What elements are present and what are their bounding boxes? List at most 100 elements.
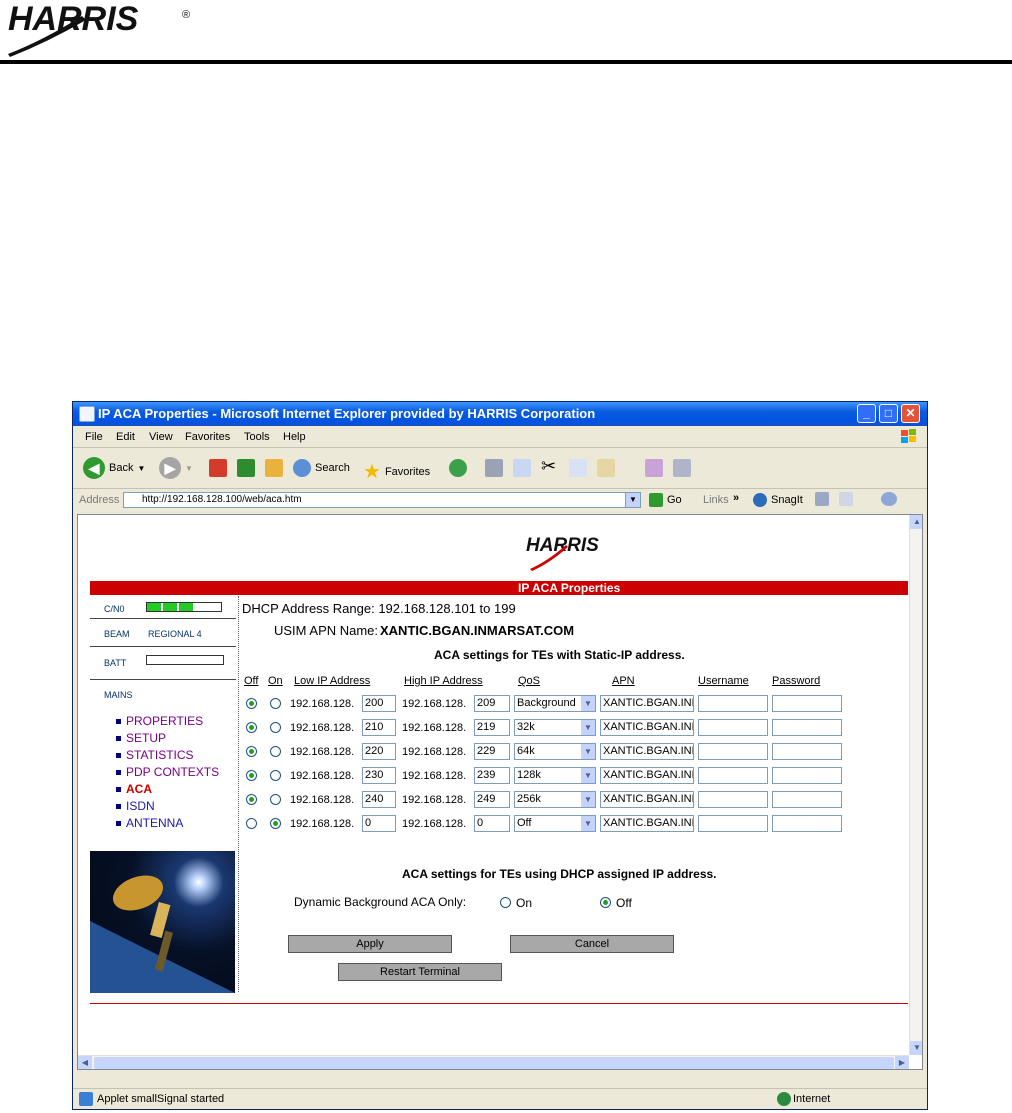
horizontal-scrollbar[interactable]: ◀ ▶ <box>78 1055 909 1069</box>
apply-button[interactable]: Apply <box>288 935 452 953</box>
password-input[interactable] <box>772 743 842 760</box>
low-ip-input[interactable]: 230 <box>362 767 396 784</box>
low-ip-input[interactable]: 240 <box>362 791 396 808</box>
menu-file[interactable]: File <box>85 431 103 443</box>
low-ip-input[interactable]: 220 <box>362 743 396 760</box>
go-button[interactable]: Go <box>649 493 682 507</box>
row-off-radio[interactable] <box>246 746 257 757</box>
address-dropdown-icon[interactable]: ▼ <box>625 492 641 508</box>
apn-input[interactable]: XANTIC.BGAN.INMARSAT.COM <box>600 719 694 736</box>
apn-input[interactable]: XANTIC.BGAN.INMARSAT.COM <box>600 791 694 808</box>
minimize-button[interactable]: _ <box>857 404 876 423</box>
password-input[interactable] <box>772 791 842 808</box>
high-ip-input[interactable]: 0 <box>474 815 510 832</box>
links-chevron-icon[interactable]: » <box>733 492 739 504</box>
title-bar[interactable]: IP ACA Properties - Microsoft Internet E… <box>73 402 927 426</box>
row-on-radio[interactable] <box>270 770 281 781</box>
username-input[interactable] <box>698 767 768 784</box>
print-preview-icon[interactable] <box>513 459 531 477</box>
qos-select[interactable]: 256k ▼ <box>514 791 596 808</box>
row-on-radio[interactable] <box>270 722 281 733</box>
refresh-icon[interactable] <box>237 459 255 477</box>
qos-select[interactable]: Background ▼ <box>514 695 596 712</box>
links-label[interactable]: Links <box>703 494 729 506</box>
close-button[interactable]: ✕ <box>901 404 920 423</box>
high-ip-input[interactable]: 209 <box>474 695 510 712</box>
history-icon[interactable] <box>449 459 467 477</box>
scroll-right-icon[interactable]: ▶ <box>895 1056 909 1069</box>
apn-input[interactable]: XANTIC.BGAN.INMARSAT.COM <box>600 743 694 760</box>
high-ip-input[interactable]: 239 <box>474 767 510 784</box>
username-input[interactable] <box>698 719 768 736</box>
qos-select[interactable]: 128k ▼ <box>514 767 596 784</box>
nav-setup[interactable]: SETUP <box>126 731 166 745</box>
nav-properties[interactable]: PROPERTIES <box>126 714 203 728</box>
apn-input[interactable]: XANTIC.BGAN.INMARSAT.COM <box>600 767 694 784</box>
scroll-thumb[interactable] <box>94 1057 894 1069</box>
row-off-radio[interactable] <box>246 722 257 733</box>
snagit-button[interactable]: SnagIt <box>753 493 803 507</box>
high-ip-input[interactable]: 229 <box>474 743 510 760</box>
nav-isdn[interactable]: ISDN <box>126 799 155 813</box>
password-input[interactable] <box>772 719 842 736</box>
high-ip-input[interactable]: 249 <box>474 791 510 808</box>
row-on-radio[interactable] <box>270 794 281 805</box>
username-input[interactable] <box>698 743 768 760</box>
address-input[interactable]: http://192.168.128.100/web/aca.htm <box>123 492 641 508</box>
forward-button[interactable]: ▶ ▼ <box>159 457 193 479</box>
menu-tools[interactable]: Tools <box>244 431 270 443</box>
username-input[interactable] <box>698 815 768 832</box>
low-ip-input[interactable]: 210 <box>362 719 396 736</box>
menu-favorites[interactable]: Favorites <box>185 431 230 443</box>
dynamic-off-radio[interactable] <box>600 897 611 908</box>
nav-pdp-contexts[interactable]: PDP CONTEXTS <box>126 765 219 779</box>
row-off-radio[interactable] <box>246 794 257 805</box>
nav-antenna[interactable]: ANTENNA <box>126 816 183 830</box>
row-off-radio[interactable] <box>246 698 257 709</box>
menu-edit[interactable]: Edit <box>116 431 135 443</box>
back-button[interactable]: ◀ Back ▼ <box>83 457 145 479</box>
row-off-radio[interactable] <box>246 818 257 829</box>
row-on-radio[interactable] <box>270 698 281 709</box>
qos-select[interactable]: 32k ▼ <box>514 719 596 736</box>
stop-icon[interactable] <box>209 459 227 477</box>
dynamic-on-radio[interactable] <box>500 897 511 908</box>
menu-view[interactable]: View <box>149 431 173 443</box>
password-input[interactable] <box>772 815 842 832</box>
scroll-left-icon[interactable]: ◀ <box>78 1056 92 1069</box>
password-input[interactable] <box>772 695 842 712</box>
password-input[interactable] <box>772 767 842 784</box>
vertical-scrollbar[interactable]: ▲ ▼ <box>909 515 922 1055</box>
row-on-radio[interactable] <box>270 746 281 757</box>
maximize-button[interactable]: □ <box>879 404 898 423</box>
home-icon[interactable] <box>265 459 283 477</box>
snagit-edit-icon[interactable] <box>839 492 853 506</box>
apn-input[interactable]: XANTIC.BGAN.INMARSAT.COM <box>600 815 694 832</box>
row-off-radio[interactable] <box>246 770 257 781</box>
restart-terminal-button[interactable]: Restart Terminal <box>338 963 502 981</box>
nav-statistics[interactable]: STATISTICS <box>126 748 194 762</box>
row-on-radio[interactable] <box>270 818 281 829</box>
qos-select[interactable]: Off ▼ <box>514 815 596 832</box>
cube-add-icon[interactable] <box>645 459 663 477</box>
cut-icon[interactable]: ✂ <box>541 456 556 477</box>
low-ip-input[interactable]: 200 <box>362 695 396 712</box>
menu-help[interactable]: Help <box>283 431 306 443</box>
qos-select[interactable]: 64k ▼ <box>514 743 596 760</box>
low-ip-input[interactable]: 0 <box>362 815 396 832</box>
scroll-down-icon[interactable]: ▼ <box>910 1041 922 1055</box>
username-input[interactable] <box>698 695 768 712</box>
scroll-up-icon[interactable]: ▲ <box>910 515 922 529</box>
print-icon[interactable] <box>485 459 503 477</box>
apn-input[interactable]: XANTIC.BGAN.INMARSAT.COM <box>600 695 694 712</box>
messenger-icon[interactable] <box>881 492 897 506</box>
snagit-window-icon[interactable] <box>815 492 829 506</box>
search-button[interactable]: Search <box>293 459 350 477</box>
nav-aca[interactable]: ACA <box>126 782 152 796</box>
copy-icon[interactable] <box>569 459 587 477</box>
high-ip-input[interactable]: 219 <box>474 719 510 736</box>
username-input[interactable] <box>698 791 768 808</box>
cube-remove-icon[interactable] <box>673 459 691 477</box>
paste-icon[interactable] <box>597 459 615 477</box>
cancel-button[interactable]: Cancel <box>510 935 674 953</box>
